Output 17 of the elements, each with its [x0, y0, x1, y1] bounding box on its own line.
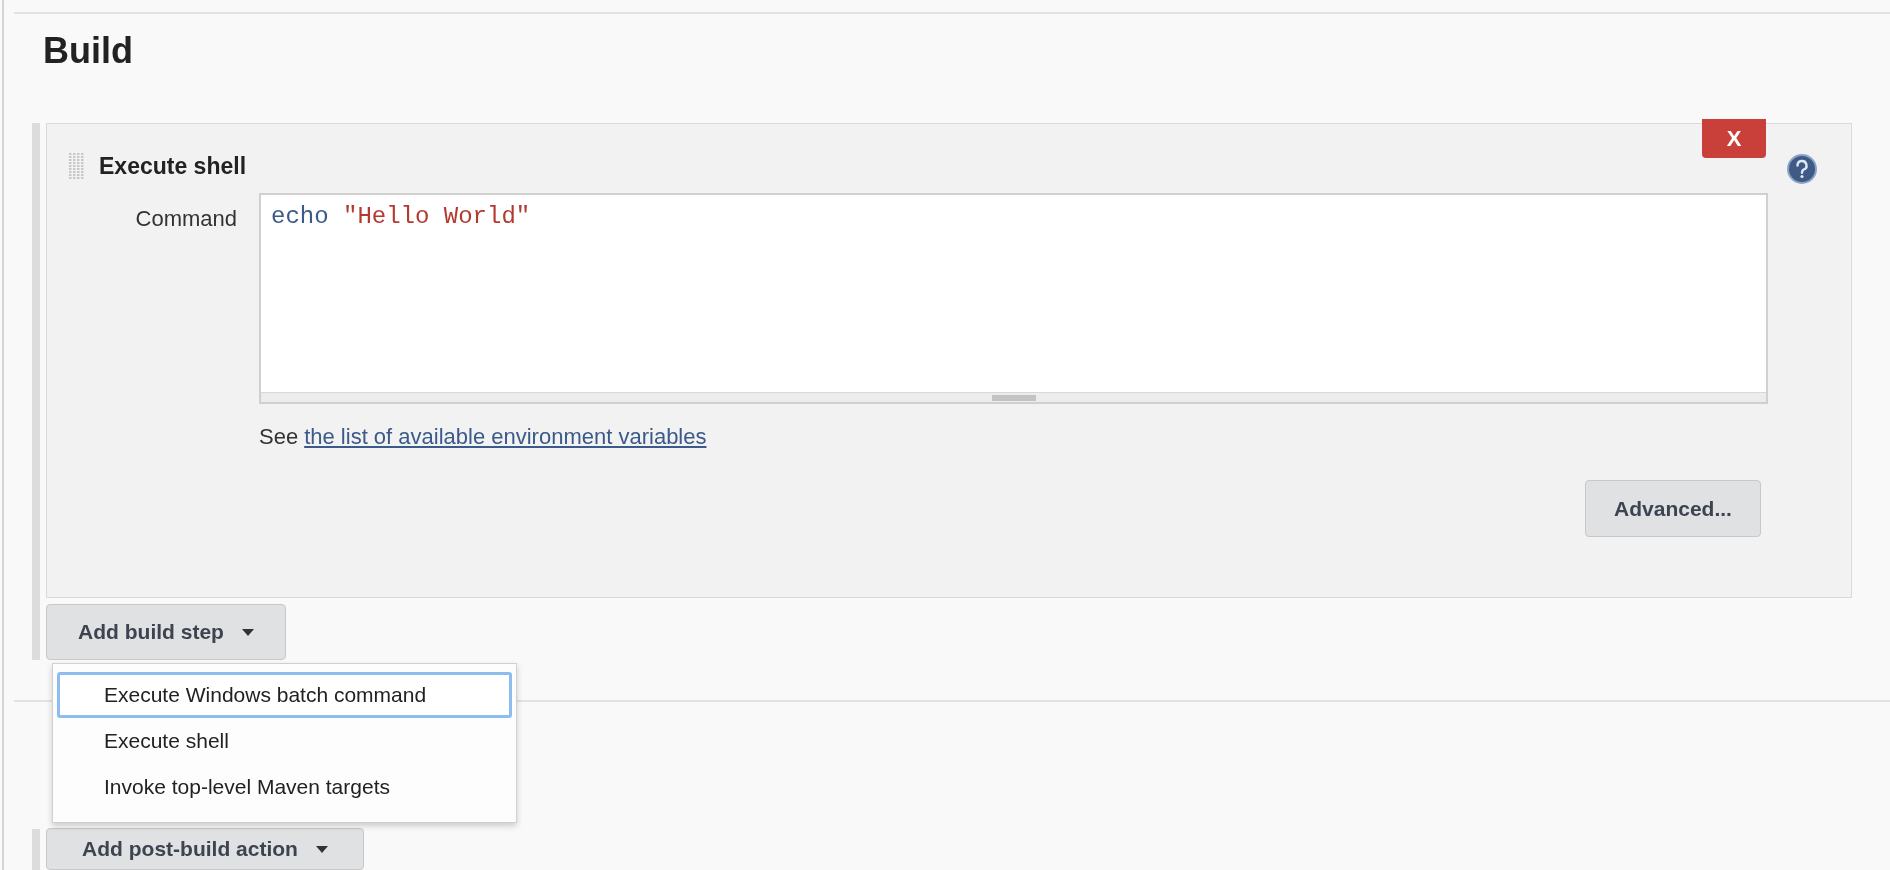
drag-handle-icon[interactable] [69, 153, 85, 179]
add-build-step-button[interactable]: Add build step [46, 604, 286, 660]
delete-button[interactable]: X [1702, 119, 1766, 158]
step-title: Execute shell [99, 152, 247, 180]
help-icon[interactable] [1787, 154, 1817, 184]
menu-item[interactable]: Invoke top-level Maven targets [57, 764, 512, 810]
caret-icon [315, 845, 328, 853]
menu-item[interactable]: Execute shell [57, 718, 512, 764]
menu-item[interactable]: Execute Windows batch command [57, 672, 512, 718]
advanced-button[interactable]: Advanced... [1585, 480, 1761, 537]
field-label: Command [134, 205, 237, 233]
resize-grip-icon[interactable] [991, 394, 1036, 401]
environment-variables-link[interactable]: the list of available environment variables [304, 424, 707, 450]
caret-icon [241, 628, 254, 636]
section-title: Build [43, 30, 134, 72]
hint-text: See [259, 424, 299, 450]
command-field[interactable]: echo "Hello World" [259, 193, 1768, 404]
